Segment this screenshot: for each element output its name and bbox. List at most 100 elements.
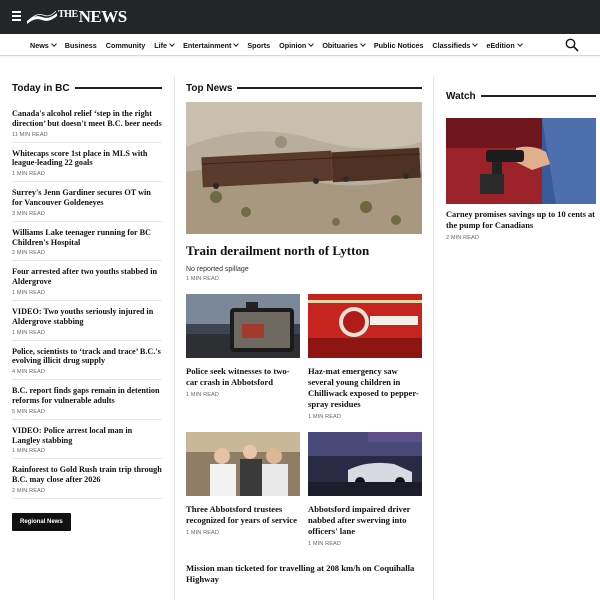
read-time: 2 MIN READ <box>12 487 46 494</box>
story-image[interactable] <box>186 432 300 496</box>
list-item-headline[interactable]: Four arrested after two youths stabbed i… <box>12 267 162 287</box>
read-time: 1 MIN READ <box>12 329 46 336</box>
nav-item-opinion[interactable]: Opinion <box>279 41 315 50</box>
nav-item-entertainment[interactable]: Entertainment <box>183 40 240 50</box>
chevron-down-icon <box>233 41 240 47</box>
read-time: 1 MIN READ <box>12 289 46 296</box>
list-item-headline[interactable]: VIDEO: Police arrest local man in Langle… <box>12 426 162 446</box>
list-item[interactable]: Police, scientists to ‘track and trace’ … <box>12 341 162 381</box>
nav-item-life[interactable]: Life <box>154 40 175 50</box>
section-heading: Today in BC <box>12 80 162 96</box>
chevron-down-icon <box>472 41 479 47</box>
list-item-headline[interactable]: Whitecaps score 1st place in MLS with le… <box>12 149 162 169</box>
menu-icon[interactable] <box>12 11 21 22</box>
read-time: 5 MIN READ <box>12 408 46 415</box>
chevron-down-icon <box>169 41 175 47</box>
main-nav: News Business Community Life Entertainment Sp… <box>0 34 600 56</box>
nav-item-sports[interactable]: Sports <box>247 41 270 50</box>
nav-item-label: News <box>30 40 49 50</box>
nav-item-news[interactable]: News <box>30 40 57 50</box>
story-image[interactable] <box>186 294 300 358</box>
list-item-headline[interactable]: B.C. report finds gaps remain in detenti… <box>12 386 162 406</box>
story-headline[interactable]: Three Abbotsford trustees recognized for… <box>186 504 300 526</box>
list-item-headline[interactable]: Williams Lake teenager running for BC Ch… <box>12 228 162 248</box>
story-headline[interactable]: Abbotsford impaired driver nabbed after … <box>308 504 422 537</box>
nav-item-label: Business <box>64 40 97 50</box>
chevron-down-icon <box>50 41 57 47</box>
list-item[interactable]: VIDEO: Two youths seriously injured in A… <box>12 301 162 341</box>
nav-item-label: Obituaries <box>322 40 358 50</box>
column-divider <box>174 76 175 600</box>
list-item[interactable]: Rainforest to Gold Rush train trip throu… <box>12 459 162 499</box>
video-thumbnail[interactable] <box>446 118 596 204</box>
list-item-headline[interactable]: Canada's alcohol relief ‘step in the rig… <box>12 109 162 129</box>
list-item[interactable]: Canada's alcohol relief ‘step in the rig… <box>12 107 162 143</box>
nav-item-classifieds[interactable]: Classifieds <box>432 41 479 50</box>
watch-section: Watch Carney promises savings up to 10 c… <box>446 88 596 241</box>
story-card[interactable]: Police seek witnesses to two-car crash i… <box>186 294 300 420</box>
chevron-down-icon <box>308 41 315 47</box>
list-item[interactable]: VIDEO: Police arrest local man in Langle… <box>12 420 162 460</box>
list-item[interactable]: Williams Lake teenager running for BC Ch… <box>12 222 162 262</box>
list-item[interactable]: Four arrested after two youths stabbed i… <box>12 261 162 301</box>
top-bar: THENEWS <box>0 0 600 34</box>
story-image[interactable] <box>308 432 422 496</box>
story-row: Police seek witnesses to two-car crash i… <box>186 294 422 420</box>
list-item[interactable]: B.C. report finds gaps remain in detenti… <box>12 380 162 420</box>
story-row: Three Abbotsford trustees recognized for… <box>186 432 422 547</box>
nav-item-community[interactable]: Community <box>106 41 146 50</box>
read-time: 1 MIN READ <box>308 541 342 547</box>
nav-item-label: Sports <box>247 40 271 50</box>
nav-list: News Business Community Life Entertainment Sp… <box>30 34 531 56</box>
section-heading: Top News <box>186 80 422 96</box>
column-divider <box>433 76 434 600</box>
story-headline[interactable]: Haz-mat emergency saw several young chil… <box>308 366 422 410</box>
nav-item-eedition[interactable]: eEdition <box>486 41 523 50</box>
story-headline[interactable]: Police seek witnesses to two-car crash i… <box>186 366 300 388</box>
today-in-bc-section: Today in BC Canada's alcohol relief ‘ste… <box>12 80 162 531</box>
chevron-down-icon <box>360 41 366 47</box>
list-item-headline[interactable]: Rainforest to Gold Rush train trip throu… <box>12 465 162 485</box>
hero-subtitle: No reported spillage <box>186 266 249 273</box>
list-item[interactable]: Whitecaps score 1st place in MLS with le… <box>12 143 162 183</box>
section-heading: Watch <box>446 88 596 104</box>
read-time: 1 MIN READ <box>308 414 342 420</box>
today-list: Canada's alcohol relief ‘step in the rig… <box>12 107 162 499</box>
today-heading: Today in BC <box>12 82 70 94</box>
read-time: 1 MIN READ <box>12 171 46 178</box>
nav-item-label: Public Notices <box>373 40 424 50</box>
logo-text: THENEWS <box>58 7 127 26</box>
nav-item-obituaries[interactable]: Obituaries <box>322 40 366 50</box>
story-card[interactable]: Three Abbotsford trustees recognized for… <box>186 432 300 547</box>
list-item[interactable]: Surrey's Jenn Gardiner secures OT win fo… <box>12 182 162 222</box>
video-headline[interactable]: Carney promises savings up to 10 cents a… <box>446 210 596 231</box>
hero-image[interactable] <box>186 102 422 234</box>
story-headline[interactable]: Mission man ticketed for travelling at 2… <box>186 563 422 585</box>
top-news-section: Top News Train derailment north of Lytto… <box>186 80 422 585</box>
logo-mark-icon <box>27 10 57 24</box>
regional-news-button[interactable]: Regional News <box>12 512 71 531</box>
list-item-headline[interactable]: VIDEO: Two youths seriously injured in A… <box>12 307 162 327</box>
nav-item-label: Entertainment <box>183 40 232 50</box>
list-item-headline[interactable]: Surrey's Jenn Gardiner secures OT win fo… <box>12 188 162 208</box>
top-news-heading: Top News <box>186 82 233 94</box>
nav-item-business[interactable]: Business <box>65 41 97 50</box>
search-icon[interactable] <box>565 38 579 52</box>
story-image[interactable] <box>308 294 422 358</box>
nav-item-public-notices[interactable]: Public Notices <box>374 41 424 50</box>
read-time: 3 MIN READ <box>12 210 46 217</box>
site-logo[interactable]: THENEWS <box>27 6 127 28</box>
chevron-down-icon <box>516 41 523 47</box>
watch-heading: Watch <box>446 90 476 102</box>
read-time: 4 MIN READ <box>12 369 46 376</box>
nav-item-label: Life <box>154 40 168 50</box>
hero-headline[interactable]: Train derailment north of Lytton <box>186 243 422 259</box>
read-time: 1 MIN READ <box>12 448 46 455</box>
read-time: 2 MIN READ <box>446 235 480 241</box>
read-time: 2 MIN READ <box>12 250 46 257</box>
story-card[interactable]: Haz-mat emergency saw several young chil… <box>308 294 422 420</box>
story-card[interactable]: Abbotsford impaired driver nabbed after … <box>308 432 422 547</box>
read-time: 11 MIN READ <box>12 131 48 138</box>
list-item-headline[interactable]: Police, scientists to ‘track and trace’ … <box>12 347 162 367</box>
read-time: 1 MIN READ <box>186 392 220 398</box>
